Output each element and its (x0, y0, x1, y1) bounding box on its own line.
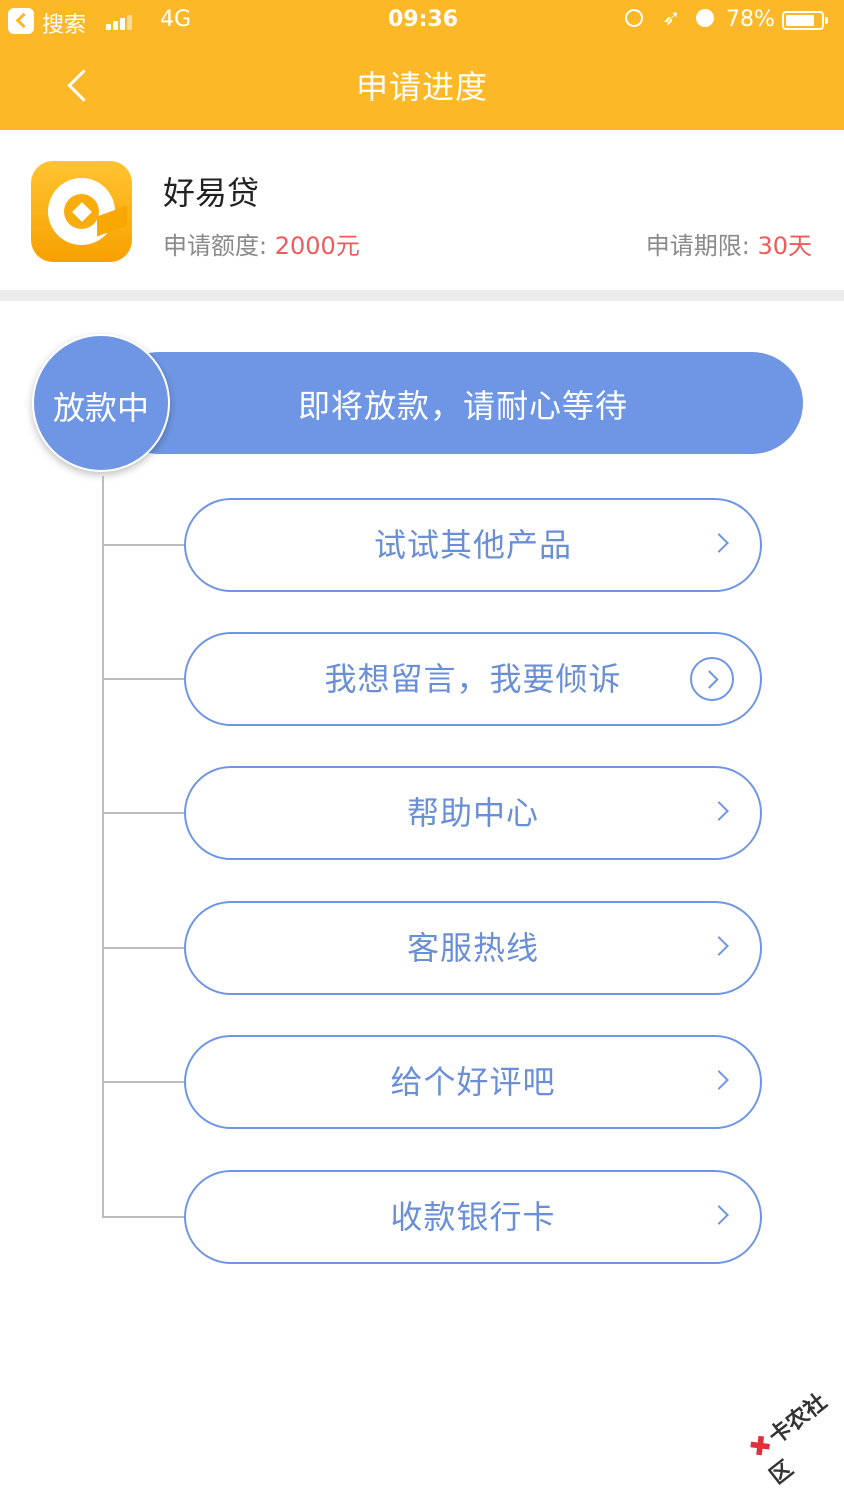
battery-percent: 78% (726, 7, 775, 32)
status-message: 即将放款，请耐心等待 (298, 387, 629, 425)
back-to-app-icon[interactable] (8, 8, 34, 34)
product-name: 好易贷 (163, 174, 260, 212)
action-label: 我想留言，我要倾诉 (324, 660, 622, 698)
amount-value: 2000元 (274, 232, 360, 260)
amount-row: 申请额度: 2000元 (163, 226, 360, 261)
term-row: 申请期限: 30天 (646, 226, 812, 261)
rotation-lock-icon (625, 9, 643, 27)
status-app-label[interactable]: 搜索 (42, 7, 86, 39)
action-label: 收款银行卡 (390, 1198, 556, 1236)
action-label: 给个好评吧 (390, 1063, 556, 1101)
watermark-text: 卡农社区 (764, 1389, 832, 1490)
section-divider (0, 290, 844, 301)
signal-icon (106, 12, 140, 30)
try-other-products-button[interactable]: 试试其他产品 (184, 498, 762, 592)
tree-branch (102, 544, 186, 546)
location-icon: ➶ (662, 6, 681, 31)
status-stage: 放款中 (52, 389, 149, 427)
action-label: 帮助中心 (406, 794, 539, 832)
customer-hotline-button[interactable]: 客服热线 (184, 901, 762, 995)
tree-branch (102, 678, 186, 680)
term-label: 申请期限: (645, 232, 750, 260)
amount-label: 申请额度: (163, 232, 268, 260)
tree-connector (102, 476, 104, 1218)
app-logo (31, 161, 132, 262)
tree-branch (102, 947, 186, 949)
tree-branch (102, 1216, 186, 1218)
battery-icon (782, 11, 828, 30)
header: 搜索 4G 09:36 ➶ 78% 申请进度 (0, 0, 844, 130)
product-card: 好易贷 申请额度: 2000元 申请期限: 30天 (0, 130, 844, 290)
rate-app-button[interactable]: 给个好评吧 (184, 1035, 762, 1129)
status-badge: 放款中 (32, 334, 170, 472)
network-type: 4G (160, 7, 192, 32)
tree-branch (102, 1081, 186, 1083)
leave-message-button[interactable]: 我想留言，我要倾诉 (184, 632, 762, 726)
term-value: 30天 (757, 232, 812, 260)
bank-card-button[interactable]: 收款银行卡 (184, 1170, 762, 1264)
watermark: ✖卡农社区 (742, 1377, 844, 1490)
action-label: 客服热线 (406, 929, 539, 967)
chevron-right-circle-icon (690, 657, 734, 701)
page-title: 申请进度 (355, 68, 488, 106)
status-banner: 即将放款，请耐心等待 (108, 352, 803, 454)
clock: 09:36 (388, 7, 459, 32)
help-center-button[interactable]: 帮助中心 (184, 766, 762, 860)
action-label: 试试其他产品 (373, 526, 572, 564)
alarm-icon (696, 9, 714, 27)
status-bar: 搜索 4G 09:36 ➶ 78% (0, 0, 844, 42)
tree-branch (102, 812, 186, 814)
